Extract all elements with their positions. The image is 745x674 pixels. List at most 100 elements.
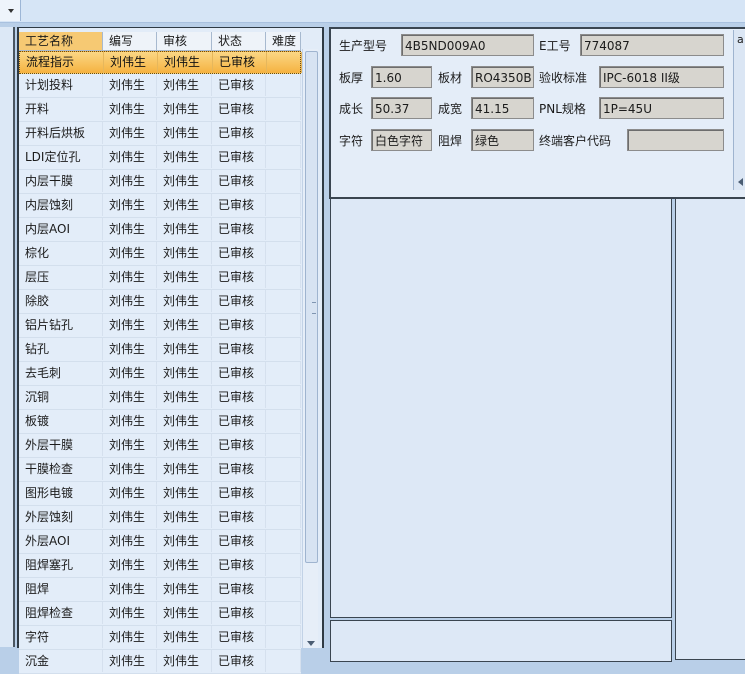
cell-reviewer: 刘伟生 <box>157 122 212 144</box>
side-tab-label: a <box>737 33 744 46</box>
thickness-field[interactable]: 1.60 <box>371 66 432 88</box>
cell-status: 已审核 <box>212 362 266 384</box>
table-row[interactable]: 钻孔 刘伟生 刘伟生 已审核 <box>19 338 301 362</box>
cell-writer: 刘伟生 <box>103 266 157 288</box>
cell-status: 已审核 <box>212 650 266 672</box>
table-row[interactable]: 阻焊塞孔 刘伟生 刘伟生 已审核 <box>19 554 301 578</box>
table-row[interactable]: 铝片钻孔 刘伟生 刘伟生 已审核 <box>19 314 301 338</box>
table-row[interactable]: 内层AOI 刘伟生 刘伟生 已审核 <box>19 218 301 242</box>
cell-writer: 刘伟生 <box>103 530 157 552</box>
cell-reviewer: 刘伟生 <box>157 626 212 648</box>
side-tab[interactable]: a <box>733 30 745 190</box>
cell-status: 已审核 <box>212 482 266 504</box>
table-row[interactable]: LDI定位孔 刘伟生 刘伟生 已审核 <box>19 146 301 170</box>
table-row[interactable]: 干膜检查 刘伟生 刘伟生 已审核 <box>19 458 301 482</box>
grid-vertical-scrollbar[interactable] <box>302 49 318 648</box>
column-header-difficulty[interactable]: 难度 <box>266 32 301 50</box>
cell-status: 已审核 <box>212 602 266 624</box>
table-row[interactable]: 除胶 刘伟生 刘伟生 已审核 <box>19 290 301 314</box>
table-row[interactable]: 阻焊 刘伟生 刘伟生 已审核 <box>19 578 301 602</box>
table-row[interactable]: 图形电镀 刘伟生 刘伟生 已审核 <box>19 482 301 506</box>
cell-difficulty <box>266 242 301 264</box>
cell-writer: 刘伟生 <box>103 650 157 672</box>
preview-area-left <box>330 198 672 618</box>
cell-difficulty <box>266 290 301 312</box>
production-model-field[interactable]: 4B5ND009A0 <box>401 34 534 56</box>
table-row[interactable]: 层压 刘伟生 刘伟生 已审核 <box>19 266 301 290</box>
thickness-label: 板厚 <box>339 71 364 85</box>
scroll-down-arrow-icon[interactable] <box>307 641 315 646</box>
cell-reviewer: 刘伟生 <box>157 530 212 552</box>
cell-difficulty <box>266 170 301 192</box>
cell-difficulty <box>266 434 301 456</box>
cell-process-name: 流程指示 <box>20 52 104 73</box>
column-header-reviewer[interactable]: 审核 <box>157 32 212 50</box>
scrollbar-thumb[interactable] <box>305 51 318 563</box>
cell-process-name: 计划投料 <box>19 74 103 96</box>
table-row[interactable]: 棕化 刘伟生 刘伟生 已审核 <box>19 242 301 266</box>
column-header-status[interactable]: 状态 <box>212 32 266 50</box>
table-row[interactable]: 开料后烘板 刘伟生 刘伟生 已审核 <box>19 122 301 146</box>
table-row[interactable]: 板镀 刘伟生 刘伟生 已审核 <box>19 410 301 434</box>
cell-writer: 刘伟生 <box>103 338 157 360</box>
cell-reviewer: 刘伟生 <box>157 98 212 120</box>
cell-difficulty <box>266 338 301 360</box>
cell-process-name: 内层AOI <box>19 218 103 240</box>
character-field[interactable]: 白色字符 <box>371 129 432 151</box>
material-field[interactable]: RO4350B <box>471 66 534 88</box>
cell-status: 已审核 <box>212 506 266 528</box>
table-row[interactable]: 沉铜 刘伟生 刘伟生 已审核 <box>19 386 301 410</box>
table-row[interactable]: 外层AOI 刘伟生 刘伟生 已审核 <box>19 530 301 554</box>
cell-difficulty <box>266 194 301 216</box>
table-row[interactable]: 字符 刘伟生 刘伟生 已审核 <box>19 626 301 650</box>
cell-process-name: 棕化 <box>19 242 103 264</box>
table-row[interactable]: 去毛刺 刘伟生 刘伟生 已审核 <box>19 362 301 386</box>
cell-process-name: 外层蚀刻 <box>19 506 103 528</box>
cell-status: 已审核 <box>212 98 266 120</box>
length-field[interactable]: 50.37 <box>371 97 432 119</box>
cell-difficulty <box>266 410 301 432</box>
table-row[interactable]: 开料 刘伟生 刘伟生 已审核 <box>19 98 301 122</box>
cell-difficulty <box>266 218 301 240</box>
cell-difficulty <box>266 266 301 288</box>
preview-area-right <box>675 198 745 660</box>
width-label: 成宽 <box>438 102 463 116</box>
table-row[interactable]: 内层干膜 刘伟生 刘伟生 已审核 <box>19 170 301 194</box>
grid-header: 工艺名称 编写 审核 状态 难度 <box>19 32 301 51</box>
column-header-writer[interactable]: 编写 <box>103 32 157 50</box>
cell-difficulty <box>266 626 301 648</box>
column-header-process-name[interactable]: 工艺名称 <box>19 32 103 50</box>
scroll-left-arrow-icon[interactable] <box>738 178 743 186</box>
material-label: 板材 <box>438 71 463 85</box>
cell-writer: 刘伟生 <box>103 386 157 408</box>
cell-reviewer: 刘伟生 <box>157 146 212 168</box>
cell-process-name: 开料后烘板 <box>19 122 103 144</box>
pnl-spec-field[interactable]: 1P=45U <box>599 97 724 119</box>
cell-process-name: 开料 <box>19 98 103 120</box>
table-row[interactable]: 内层蚀刻 刘伟生 刘伟生 已审核 <box>19 194 301 218</box>
e-number-field[interactable]: 774087 <box>580 34 724 56</box>
cell-process-name: LDI定位孔 <box>19 146 103 168</box>
cell-reviewer: 刘伟生 <box>157 602 212 624</box>
table-row[interactable]: 沉金 刘伟生 刘伟生 已审核 <box>19 650 301 674</box>
cell-status: 已审核 <box>212 314 266 336</box>
table-row[interactable]: 计划投料 刘伟生 刘伟生 已审核 <box>19 74 301 98</box>
table-row[interactable]: 流程指示 刘伟生 刘伟生 已审核 <box>19 51 302 74</box>
table-row[interactable]: 外层干膜 刘伟生 刘伟生 已审核 <box>19 434 301 458</box>
cell-writer: 刘伟生 <box>103 218 157 240</box>
cell-reviewer: 刘伟生 <box>157 242 212 264</box>
table-row[interactable]: 阻焊检查 刘伟生 刘伟生 已审核 <box>19 602 301 626</box>
cell-process-name: 铝片钻孔 <box>19 314 103 336</box>
grid-body: 流程指示 刘伟生 刘伟生 已审核 计划投料 刘伟生 刘伟生 已审核 开料 刘伟生 刘伟生 已审核 开料后… <box>19 51 302 674</box>
cell-status: 已审核 <box>212 530 266 552</box>
customer-code-field[interactable] <box>627 129 724 151</box>
left-collapsed-panel[interactable] <box>0 27 15 647</box>
acceptance-standard-field[interactable]: IPC-6018 II级 <box>599 66 724 88</box>
width-field[interactable]: 41.15 <box>471 97 534 119</box>
dropdown-button[interactable] <box>0 0 21 21</box>
table-row[interactable]: 外层蚀刻 刘伟生 刘伟生 已审核 <box>19 506 301 530</box>
solder-mask-field[interactable]: 绿色 <box>471 129 534 151</box>
cell-writer: 刘伟生 <box>103 314 157 336</box>
cell-difficulty <box>266 650 301 672</box>
cell-status: 已审核 <box>212 170 266 192</box>
